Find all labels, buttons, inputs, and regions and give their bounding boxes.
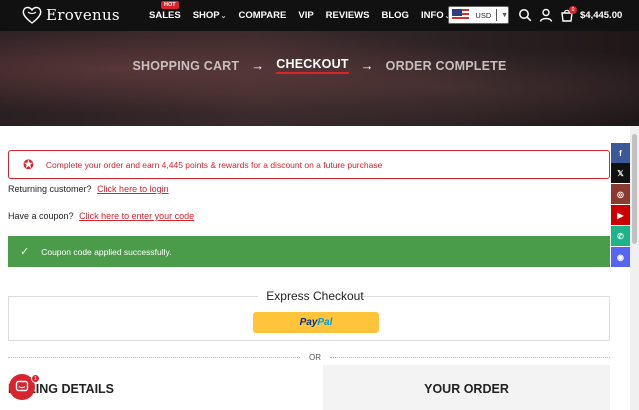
instagram-share-button[interactable]: ◎ [611,184,630,204]
your-order-heading: YOUR ORDER [424,382,509,396]
cart-total[interactable]: $4,445.00 [580,10,622,21]
nav-sales[interactable]: HOT SALES [149,1,181,21]
login-link[interactable]: Click here to login [97,184,169,194]
youtube-icon: ▶ [617,210,624,220]
whatsapp-share-button[interactable]: ✆ [611,226,630,246]
instagram-icon: ◎ [617,189,624,199]
divider [496,9,498,21]
rewards-text: Complete your order and earn 4,445 point… [45,159,383,170]
logo-text: Erovenus [46,6,120,24]
main-nav: HOT SALES SHOP⌄ COMPARE VIP REVIEWS BLOG… [149,1,463,21]
returning-customer-line: Returning customer? Click here to login [8,184,169,194]
step-shopping-cart[interactable]: SHOPPING CART [132,59,239,73]
chevron-down-icon: ⌄ [220,13,227,20]
discord-share-button[interactable]: ◉ [611,247,630,267]
facebook-icon: f [619,148,622,158]
hero-banner [0,31,639,126]
step-checkout[interactable]: CHECKOUT [276,57,349,74]
paypal-logo-pay: Pay [299,317,318,328]
site-logo[interactable]: Erovenus [22,6,120,24]
scrollbar-thumb[interactable] [632,134,637,244]
divider [8,357,300,358]
us-flag-icon [452,9,470,21]
nav-vip[interactable]: VIP [298,10,313,21]
cart-count-badge: 0 [569,6,577,14]
nav-reviews[interactable]: REVIEWS [326,10,370,21]
heart-logo-icon [22,6,42,24]
coupon-line: Have a coupon? Click here to enter your … [8,211,194,221]
chat-icon [15,380,29,392]
checkout-steps: SHOPPING CART → CHECKOUT → ORDER COMPLET… [0,57,639,74]
returning-customer-text: Returning customer? [8,184,92,194]
caret-down-icon: ▼ [501,11,508,19]
nav-label: SHOP [192,10,220,21]
hot-badge: HOT [161,1,179,9]
arrow-right-icon: → [251,58,265,73]
nav-compare[interactable]: COMPARE [239,10,287,21]
express-checkout-title: Express Checkout [266,289,364,303]
paypal-logo-pal: Pal [317,317,333,328]
nav-label: REVIEWS [325,10,370,21]
or-separator: OR [309,353,321,362]
x-share-button[interactable]: 𝕏 [611,163,630,183]
nav-shop[interactable]: SHOP⌄ [193,10,227,21]
youtube-share-button[interactable]: ▶ [611,205,630,225]
star-badge-icon: ✪ [23,156,34,172]
divider [330,357,610,358]
x-icon: 𝕏 [617,168,624,178]
rewards-notice: ✪ Complete your order and earn 4,445 poi… [8,150,610,179]
step-order-complete: ORDER COMPLETE [385,58,507,73]
currency-code: USD [475,10,492,20]
success-notice: ✓ Coupon code applied successfully. [8,236,610,267]
user-icon[interactable] [539,8,553,22]
search-icon[interactable] [518,8,532,22]
coupon-text: Have a coupon? [8,211,74,221]
arrow-right-icon: → [360,58,374,73]
success-text: Coupon code applied successfully. [41,246,172,257]
paypal-button[interactable]: PayPal [253,312,379,333]
currency-selector[interactable]: USD ▼ [448,6,509,24]
site-header: Erovenus HOT SALES SHOP⌄ COMPARE VIP REV… [0,0,639,31]
nav-label: COMPARE [238,10,287,21]
facebook-share-button[interactable]: f [611,143,630,163]
nav-label: SALES [149,10,181,21]
nav-blog[interactable]: BLOG [381,10,408,21]
chat-unread-badge: 1 [31,374,40,383]
enter-coupon-link[interactable]: Click here to enter your code [79,211,194,221]
discord-icon: ◉ [617,252,624,262]
nav-label: INFO [420,10,444,21]
nav-info[interactable]: INFO⌄ [421,10,451,21]
nav-label: VIP [298,10,314,21]
nav-label: BLOG [381,10,409,21]
whatsapp-icon: ✆ [617,231,624,241]
checkmark-icon: ✓ [20,246,30,258]
